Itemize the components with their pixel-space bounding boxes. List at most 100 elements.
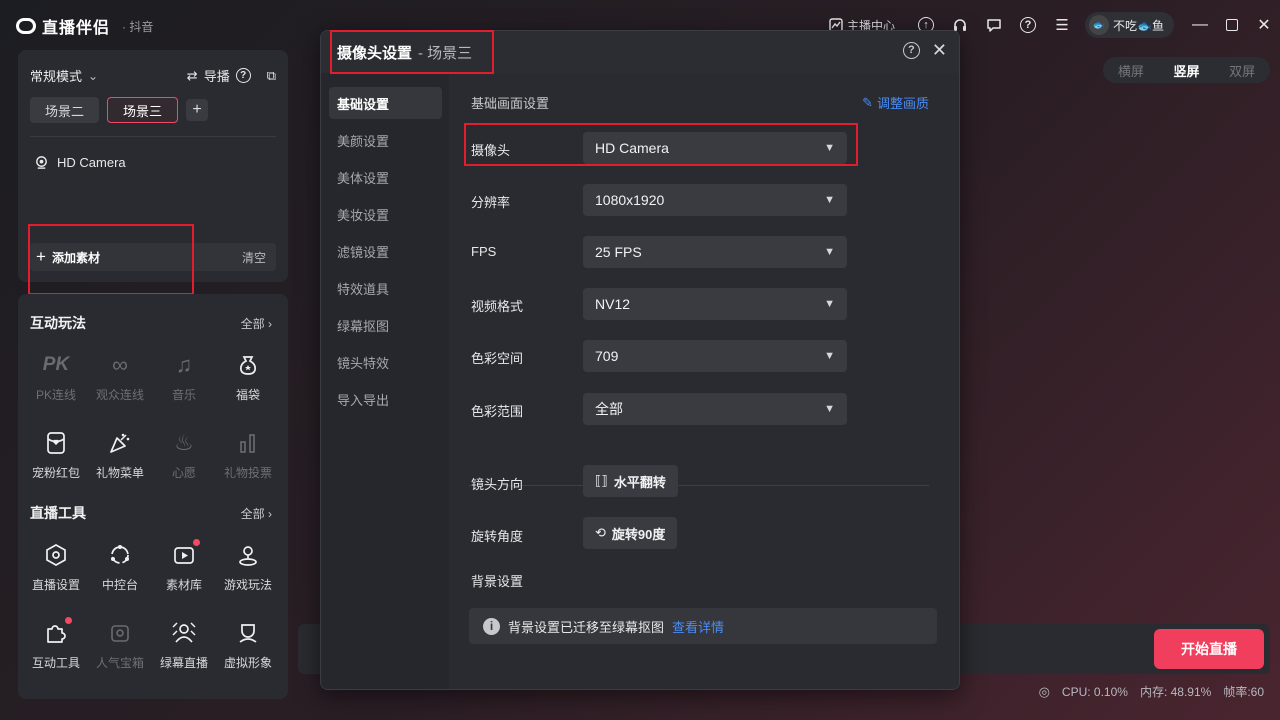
tile-label: 福袋 [235,388,260,402]
live-settings-icon [41,540,71,570]
source-name: HD Camera [57,155,126,170]
tile-gift-menu[interactable]: 礼物菜单 [88,422,152,500]
tools-all-link[interactable]: 全部 › [241,505,272,522]
tile-green-screen[interactable]: 绿幕直播 [152,612,216,690]
mode-selector[interactable]: 常规模式 [30,66,82,85]
chat-icon[interactable] [977,10,1011,40]
tile-gift-vote[interactable]: 礼物投票 [216,422,280,500]
tile-live-settings[interactable]: 直播设置 [24,534,88,612]
menu-icon[interactable]: ☰ [1045,10,1079,40]
popout-icon[interactable]: ⧉ [267,68,276,84]
help-icon[interactable]: ? [235,68,251,83]
tile-label: PK连线 [35,388,76,402]
interactive-grid: PK PK连线 ∞ 观众连线 ♫ 音乐 福袋 宠粉红包 礼物菜单 ♨ 心愿 礼物… [24,344,280,500]
nav-makeup[interactable]: 美妆设置 [329,198,442,230]
music-icon: ♫ [175,352,193,377]
nav-body[interactable]: 美体设置 [329,161,442,193]
tools-title: 直播工具 [30,505,86,521]
tools-header: 直播工具 全部 › [30,503,272,523]
dialog-header: 摄像头设置 - 场景三 ? ✕ [321,31,959,73]
memory-usage: 内存: 48.91% [1139,685,1212,699]
maximize-button[interactable] [1216,10,1248,40]
resolution-select[interactable]: 1080x1920 ▼ [583,184,847,216]
app-logo: 直播伴侣 · 抖音 [16,14,153,38]
portrait-option[interactable]: 竖屏 [1173,61,1199,80]
adjust-quality-label: 调整画质 [876,96,929,111]
avatar: 🐟 [1089,15,1110,35]
rotate-icon: ⟲ [595,525,606,540]
tile-console[interactable]: 中控台 [88,534,152,612]
horizontal-flip-label: 水平翻转 [613,474,666,490]
nav-basic-settings[interactable]: 基础设置 [329,87,442,119]
console-icon [105,540,135,570]
tile-virtual-avatar[interactable]: 虚拟形象 [216,612,280,690]
rotate-90-button[interactable]: ⟲ 旋转90度 [583,517,678,549]
source-item[interactable]: HD Camera [34,155,126,170]
minimize-button[interactable]: — [1184,10,1216,40]
resolution-label: 分辨率 [471,195,511,210]
switch-icon: ⇄ [186,67,198,83]
tile-pk[interactable]: PK PK连线 [24,344,88,422]
guide-button[interactable]: ⇄ 导播 ? ⧉ [187,66,276,85]
tile-red-packet[interactable]: 宠粉红包 [24,422,88,500]
tile-label: 宠粉红包 [31,466,80,480]
tile-interactive-tools[interactable]: 互动工具 [24,612,88,690]
scene-tab-3[interactable]: 场景三 [107,97,179,123]
background-settings-label: 背景设置 [471,574,524,589]
camera-value: HD Camera [595,140,669,156]
tile-label: 音乐 [171,388,196,402]
tile-wish[interactable]: ♨ 心愿 [152,422,216,500]
nav-effects[interactable]: 特效道具 [329,272,442,304]
notice-text: 背景设置已迁移至绿幕抠图 [508,619,665,635]
user-profile[interactable]: 🐟 不吃🐟鱼 [1085,12,1174,38]
dual-screen-option[interactable]: 双屏 [1229,61,1255,80]
tile-label: 礼物投票 [223,466,272,480]
chevron-down-icon: ▼ [824,403,835,415]
user-name: 不吃🐟鱼 [1113,18,1164,33]
landscape-option[interactable]: 横屏 [1118,61,1144,80]
clear-button[interactable]: 清空 [242,249,266,266]
info-icon: i [483,617,500,635]
plus-icon: + [36,247,46,266]
tile-audience-link[interactable]: ∞ 观众连线 [88,344,152,422]
color-range-select[interactable]: 全部 ▼ [583,393,847,425]
scene-tab-2[interactable]: 场景二 [30,97,100,123]
add-material-button[interactable]: + 添加素材 [36,247,100,267]
tile-game[interactable]: 游戏玩法 [216,534,280,612]
tile-label: 直播设置 [31,578,80,592]
gift-menu-icon [105,428,135,458]
adjust-quality-link[interactable]: ✎ 调整画质 [862,93,929,112]
performance-icon[interactable]: ◎ [1039,684,1050,700]
nav-green-screen[interactable]: 绿幕抠图 [329,309,442,341]
tile-material-library[interactable]: 素材库 [152,534,216,612]
settings-content: 基础画面设置 ✎ 调整画质 摄像头 HD Camera ▼ 分辨率 1080x1… [449,73,959,689]
nav-filter[interactable]: 滤镜设置 [329,235,442,267]
tile-treasure-box[interactable]: 人气宝箱 [88,612,152,690]
tile-lucky-bag[interactable]: 福袋 [216,344,280,422]
help-icon[interactable]: ? [902,41,920,59]
interactive-all-link[interactable]: 全部 › [241,315,272,332]
chevron-down-icon: ▼ [824,142,835,154]
camera-select[interactable]: HD Camera ▼ [583,132,847,164]
color-space-select[interactable]: 709 ▼ [583,340,847,372]
close-icon[interactable]: ✕ [932,41,947,59]
help-icon[interactable]: ? [1011,10,1045,40]
close-window-button[interactable]: ✕ [1248,10,1280,40]
tile-music[interactable]: ♫ 音乐 [152,344,216,422]
video-format-select[interactable]: NV12 ▼ [583,288,847,320]
lucky-bag-icon [233,350,263,380]
horizontal-flip-button[interactable]: ⟦⟧ 水平翻转 [583,465,678,497]
tile-label: 观众连线 [95,388,144,402]
tile-label: 游戏玩法 [223,578,272,592]
app-name: 直播伴侣 [42,20,111,37]
fps-select[interactable]: 25 FPS ▼ [583,236,847,268]
nav-import-export[interactable]: 导入导出 [329,383,442,415]
color-space-value: 709 [595,348,619,364]
start-live-button[interactable]: 开始直播 [1154,629,1264,669]
add-scene-button[interactable]: + [186,99,209,121]
nav-lens-effects[interactable]: 镜头特效 [329,346,442,378]
view-details-link[interactable]: 查看详情 [672,617,724,636]
chevron-down-icon[interactable]: ⌄ [88,69,98,83]
chevron-down-icon: ▼ [824,246,835,258]
nav-beauty[interactable]: 美颜设置 [329,124,442,156]
